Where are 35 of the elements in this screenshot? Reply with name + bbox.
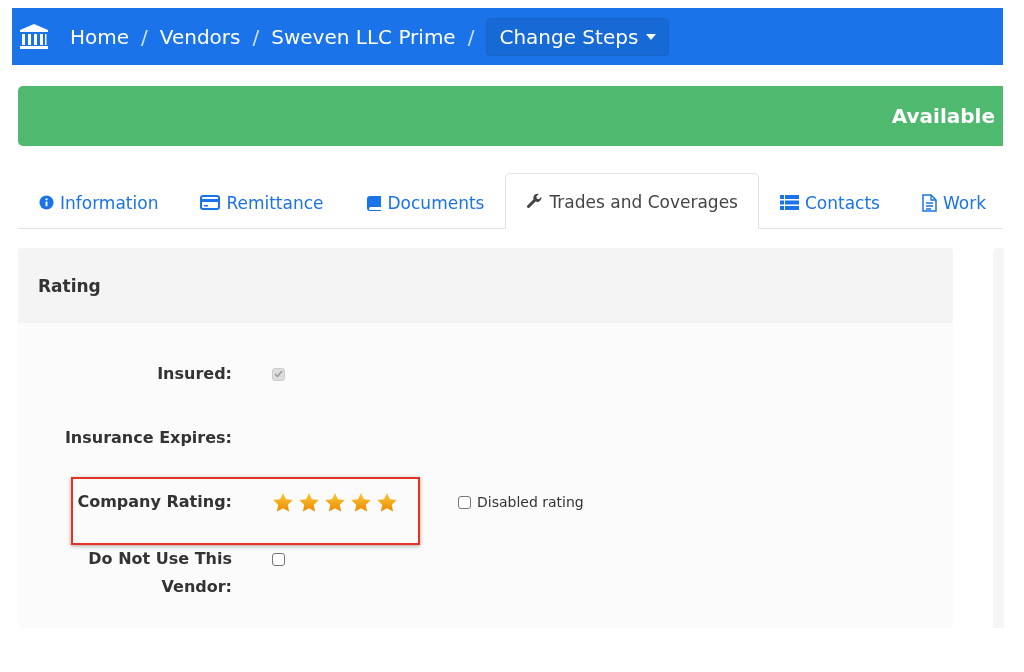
star-icon[interactable] <box>350 491 372 513</box>
breadcrumb-separator: / <box>467 24 475 49</box>
star-icon[interactable] <box>298 491 320 513</box>
checkbox[interactable] <box>272 553 285 566</box>
book-icon <box>365 194 382 211</box>
credit-card-icon <box>200 195 221 210</box>
checkbox[interactable] <box>458 495 471 509</box>
checkbox-label: Disabled rating <box>477 494 584 510</box>
field-label: Do Not Use This Vendor: <box>87 548 232 598</box>
breadcrumb-separator: / <box>141 24 148 49</box>
breadcrumb-separator: / <box>252 24 260 49</box>
tab[interactable]: Trades and Coverages <box>505 173 759 229</box>
tab[interactable]: Documents <box>344 175 506 229</box>
star-icon[interactable] <box>376 491 398 513</box>
breadcrumb-link[interactable]: Vendors <box>159 24 241 49</box>
breadcrumb-link[interactable]: Sweven LLC Prime <box>271 24 456 49</box>
change-steps-button[interactable]: Change Steps <box>486 17 670 56</box>
field-label: Insurance Expires: <box>63 427 232 449</box>
tab[interactable]: Contacts <box>758 175 901 229</box>
breadcrumb-link[interactable]: Home <box>70 24 130 49</box>
star-icon[interactable] <box>272 491 294 513</box>
caret-icon <box>646 33 657 40</box>
info-icon <box>39 195 54 210</box>
card-title: Rating <box>38 275 101 296</box>
tab[interactable]: Remittance <box>179 175 345 229</box>
tab[interactable]: Information <box>18 175 180 229</box>
document-icon <box>921 193 937 212</box>
star-icon[interactable] <box>324 491 346 513</box>
field-label: Insured: <box>156 363 232 385</box>
field-label: Company Rating: <box>76 491 232 513</box>
list-icon <box>779 195 799 210</box>
tab[interactable]: Work <box>900 175 1008 229</box>
status-label: Available <box>891 104 995 128</box>
bank-icon[interactable] <box>18 22 50 51</box>
wrench-icon <box>526 193 544 210</box>
